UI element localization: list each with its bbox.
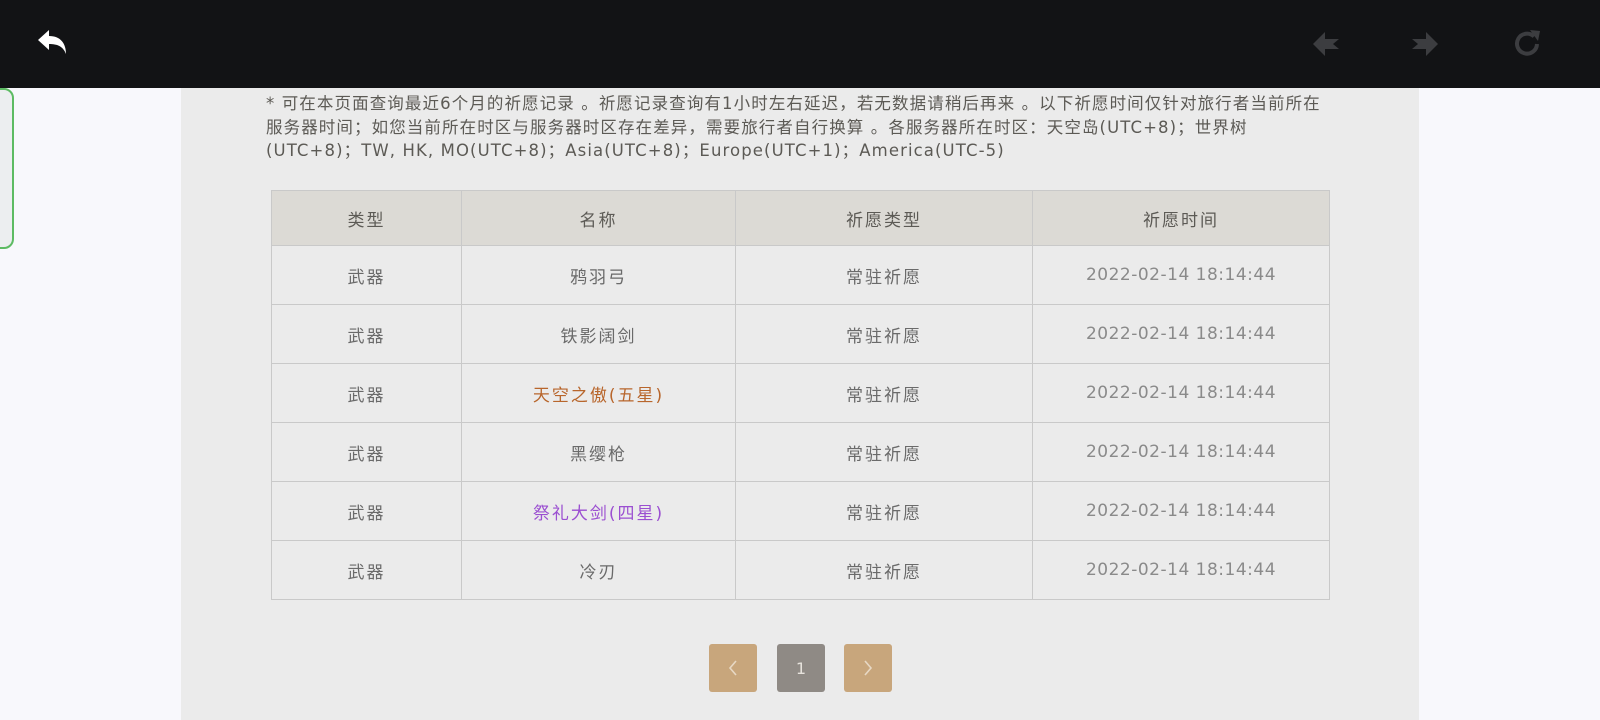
table-row: 武器 天空之傲(五星) 常驻祈愿 2022-02-14 18:14:44 [271, 363, 1330, 423]
prev-page-button[interactable] [709, 644, 757, 692]
back-button[interactable] [31, 20, 79, 68]
page-number-current[interactable]: 1 [777, 644, 825, 692]
cell-type: 武器 [271, 363, 462, 423]
cell-time: 2022-02-14 18:14:44 [1032, 540, 1330, 600]
cell-type: 武器 [271, 481, 462, 541]
cell-name: 鸦羽弓 [461, 245, 736, 305]
cell-time: 2022-02-14 18:14:44 [1032, 422, 1330, 482]
cell-wish-type: 常驻祈愿 [735, 540, 1033, 600]
cell-wish-type: 常驻祈愿 [735, 363, 1033, 423]
side-drawer-tab[interactable] [0, 88, 14, 249]
header-wish-type: 祈愿类型 [735, 190, 1033, 246]
cell-name-five-star: 天空之傲(五星) [461, 363, 736, 423]
cell-wish-type: 常驻祈愿 [735, 422, 1033, 482]
cell-time: 2022-02-14 18:14:44 [1032, 363, 1330, 423]
reload-icon [1515, 30, 1540, 56]
cell-wish-type: 常驻祈愿 [735, 245, 1033, 305]
chevron-left-icon [728, 660, 737, 676]
cell-wish-type: 常驻祈愿 [735, 304, 1033, 364]
cell-name: 黑缨枪 [461, 422, 736, 482]
cell-type: 武器 [271, 245, 462, 305]
cell-type: 武器 [271, 540, 462, 600]
cell-type: 武器 [271, 304, 462, 364]
wish-history-table: 类型 名称 祈愿类型 祈愿时间 武器 鸦羽弓 常驻祈愿 2022-02-14 1… [271, 190, 1330, 600]
header-name: 名称 [461, 190, 736, 246]
nav-next-button[interactable] [1400, 20, 1448, 68]
header-wish-time: 祈愿时间 [1032, 190, 1330, 246]
reload-button[interactable] [1503, 20, 1551, 68]
table-row: 武器 鸦羽弓 常驻祈愿 2022-02-14 18:14:44 [271, 245, 1330, 305]
cell-time: 2022-02-14 18:14:44 [1032, 481, 1330, 541]
next-page-button[interactable] [844, 644, 892, 692]
undo-arrow-icon [38, 30, 66, 54]
cell-name-four-star: 祭礼大剑(四星) [461, 481, 736, 541]
table-row: 武器 黑缨枪 常驻祈愿 2022-02-14 18:14:44 [271, 422, 1330, 482]
header-type: 类型 [271, 190, 462, 246]
table-row: 武器 冷刃 常驻祈愿 2022-02-14 18:14:44 [271, 540, 1330, 600]
cell-time: 2022-02-14 18:14:44 [1032, 245, 1330, 305]
nav-next-icon [1412, 32, 1438, 56]
table-row: 武器 铁影阔剑 常驻祈愿 2022-02-14 18:14:44 [271, 304, 1330, 364]
notice-text: * 可在本页面查询最近6个月的祈愿记录 。祈愿记录查询有1小时左右延迟，若无数据… [266, 94, 1321, 160]
cell-name: 铁影阔剑 [461, 304, 736, 364]
nav-prev-button[interactable] [1303, 20, 1351, 68]
cell-time: 2022-02-14 18:14:44 [1032, 304, 1330, 364]
cell-wish-type: 常驻祈愿 [735, 481, 1033, 541]
cell-name: 冷刃 [461, 540, 736, 600]
nav-prev-icon [1313, 32, 1339, 56]
cell-type: 武器 [271, 422, 462, 482]
top-toolbar [0, 0, 1600, 88]
table-header-row: 类型 名称 祈愿类型 祈愿时间 [271, 190, 1330, 246]
wish-history-panel: * 可在本页面查询最近6个月的祈愿记录 。祈愿记录查询有1小时左右延迟，若无数据… [181, 88, 1419, 720]
chevron-right-icon [864, 660, 873, 676]
table-row: 武器 祭礼大剑(四星) 常驻祈愿 2022-02-14 18:14:44 [271, 481, 1330, 541]
